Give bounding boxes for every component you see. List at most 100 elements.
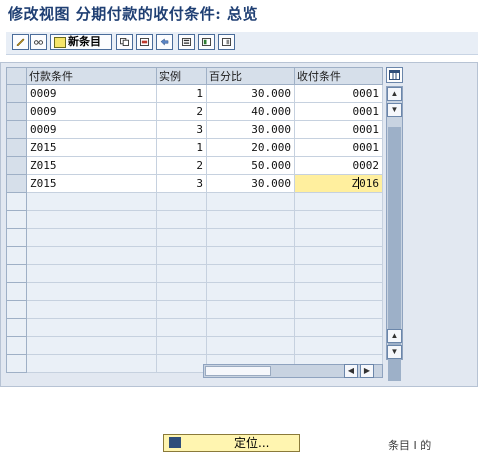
delete-button[interactable] <box>136 34 153 50</box>
horizontal-scroll-thumb[interactable] <box>205 366 271 376</box>
empty-cell <box>156 354 207 373</box>
empty-cell <box>294 282 383 301</box>
table-row[interactable]: 0009 3 30.000 0001 <box>6 120 383 139</box>
cell-payment-condition[interactable]: 0001 <box>294 138 383 157</box>
empty-row[interactable] <box>6 228 383 247</box>
empty-cell <box>294 300 383 319</box>
scroll-down-arrow-icon[interactable]: ▼ <box>387 103 402 117</box>
cell-payment-terms: Z015 <box>26 156 157 175</box>
row-selector[interactable] <box>6 102 27 121</box>
cell-payment-condition[interactable]: 0001 <box>294 120 383 139</box>
empty-cell <box>294 318 383 337</box>
empty-row[interactable] <box>6 192 383 211</box>
row-selector[interactable] <box>6 354 27 373</box>
glasses-icon <box>34 40 43 45</box>
copy-button[interactable] <box>116 34 133 50</box>
scroll-up-arrow-icon[interactable]: ▲ <box>387 87 402 101</box>
row-selector[interactable] <box>6 282 27 301</box>
cell-percentage[interactable]: 30.000 <box>206 174 295 193</box>
row-selector[interactable] <box>6 228 27 247</box>
watermark-text: 条目 I 的 <box>388 439 432 452</box>
row-selector[interactable] <box>6 138 27 157</box>
scroll-down-arrow-icon[interactable]: ▼ <box>387 345 402 359</box>
row-selector[interactable] <box>6 210 27 229</box>
table-header-row: 付款条件 实例 百分比 收付条件 <box>6 67 383 85</box>
cell-percentage[interactable]: 30.000 <box>206 84 295 103</box>
new-entries-icon <box>54 37 66 48</box>
row-selector[interactable] <box>6 264 27 283</box>
empty-cell <box>26 318 157 337</box>
col-percentage[interactable]: 百分比 <box>206 67 295 85</box>
empty-cell <box>294 336 383 355</box>
empty-row[interactable] <box>6 336 383 355</box>
cell-payment-condition[interactable]: 0001 <box>294 102 383 121</box>
cell-payment-condition[interactable]: 0002 <box>294 156 383 175</box>
cell-payment-terms: Z015 <box>26 174 157 193</box>
empty-cell <box>156 336 207 355</box>
cell-percentage[interactable]: 40.000 <box>206 102 295 121</box>
table-row[interactable]: Z015 2 50.000 0002 <box>6 156 383 175</box>
position-icon <box>169 437 181 448</box>
copy-icon <box>120 38 129 46</box>
cell-payment-terms: Z015 <box>26 138 157 157</box>
table-row[interactable]: Z015 3 30.000 Z016 <box>6 174 383 193</box>
cell-payment-terms: 0009 <box>26 102 157 121</box>
row-selector[interactable] <box>6 84 27 103</box>
table-row[interactable]: Z015 1 20.000 0001 <box>6 138 383 157</box>
cell-payment-condition-active[interactable]: Z016 <box>294 174 383 193</box>
scroll-up-arrow-icon[interactable]: ▲ <box>387 329 402 343</box>
col-payment-condition[interactable]: 收付条件 <box>294 67 383 85</box>
cell-instance: 3 <box>156 120 207 139</box>
empty-cell <box>26 300 157 319</box>
scroll-right-arrow-icon[interactable]: ▶ <box>360 364 374 378</box>
col-payment-terms[interactable]: 付款条件 <box>26 67 157 85</box>
empty-row[interactable] <box>6 246 383 265</box>
table-row[interactable]: 0009 1 30.000 0001 <box>6 84 383 103</box>
empty-cell <box>294 192 383 211</box>
row-selector[interactable] <box>6 300 27 319</box>
empty-cell <box>26 264 157 283</box>
scroll-left-arrow-icon[interactable]: ◀ <box>344 364 358 378</box>
cell-percentage[interactable]: 20.000 <box>206 138 295 157</box>
cond-suffix: 016 <box>359 177 379 190</box>
empty-cell <box>206 282 295 301</box>
table-settings-button[interactable] <box>386 67 403 83</box>
row-selector[interactable] <box>6 156 27 175</box>
empty-row[interactable] <box>6 264 383 283</box>
cell-percentage[interactable]: 30.000 <box>206 120 295 139</box>
vertical-scrollbar[interactable]: ▲ ▼ ▲ ▼ <box>386 86 403 381</box>
row-selector[interactable] <box>6 336 27 355</box>
empty-row[interactable] <box>6 210 383 229</box>
glasses-button[interactable] <box>30 34 47 50</box>
empty-cell <box>206 210 295 229</box>
delete-icon <box>140 38 149 46</box>
row-selector[interactable] <box>6 120 27 139</box>
empty-cell <box>294 210 383 229</box>
new-entries-button[interactable]: 新条目 <box>50 34 112 50</box>
table-row[interactable]: 0009 2 40.000 0001 <box>6 102 383 121</box>
empty-row[interactable] <box>6 282 383 301</box>
position-button[interactable]: 定位... <box>163 434 300 452</box>
row-selector[interactable] <box>6 246 27 265</box>
deselect-all-icon <box>222 38 231 46</box>
row-selector[interactable] <box>6 318 27 337</box>
change-display-button[interactable] <box>12 34 29 50</box>
cell-payment-condition[interactable]: 0001 <box>294 84 383 103</box>
row-selector[interactable] <box>6 192 27 211</box>
empty-cell <box>206 192 295 211</box>
undo-icon <box>160 38 169 46</box>
select-all-cell[interactable] <box>6 67 27 85</box>
select-all-button[interactable] <box>178 34 195 50</box>
empty-cell <box>26 246 157 265</box>
col-instance[interactable]: 实例 <box>156 67 207 85</box>
empty-cell <box>156 210 207 229</box>
cell-percentage[interactable]: 50.000 <box>206 156 295 175</box>
select-block-button[interactable] <box>198 34 215 50</box>
empty-cell <box>26 354 157 373</box>
empty-row[interactable] <box>6 300 383 319</box>
empty-cell <box>156 318 207 337</box>
deselect-all-button[interactable] <box>218 34 235 50</box>
empty-row[interactable] <box>6 318 383 337</box>
row-selector[interactable] <box>6 174 27 193</box>
undo-button[interactable] <box>156 34 173 50</box>
